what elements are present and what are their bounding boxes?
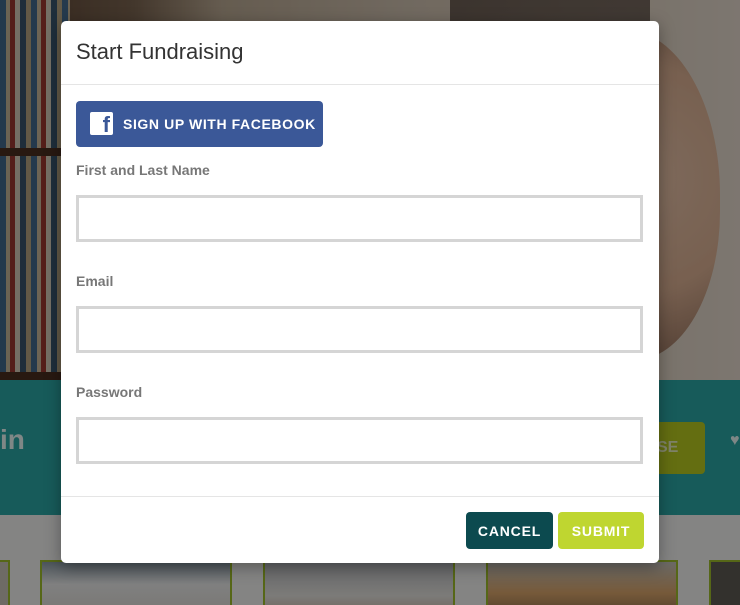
name-input[interactable] <box>76 195 643 242</box>
password-label: Password <box>76 384 143 400</box>
name-label: First and Last Name <box>76 162 210 178</box>
dialog-header: Start Fundraising <box>61 21 659 85</box>
facebook-signup-label: SIGN UP WITH FACEBOOK <box>123 116 316 132</box>
start-fundraising-dialog: Start Fundraising f SIGN UP WITH FACEBOO… <box>61 21 659 563</box>
cancel-button[interactable]: CANCEL <box>466 512 553 549</box>
submit-button[interactable]: SUBMIT <box>558 512 644 549</box>
facebook-icon: f <box>90 112 113 137</box>
email-label: Email <box>76 273 114 289</box>
facebook-signup-button[interactable]: f SIGN UP WITH FACEBOOK <box>76 101 323 147</box>
password-input[interactable] <box>76 417 643 464</box>
email-input[interactable] <box>76 306 643 353</box>
dialog-title: Start Fundraising <box>76 39 244 64</box>
